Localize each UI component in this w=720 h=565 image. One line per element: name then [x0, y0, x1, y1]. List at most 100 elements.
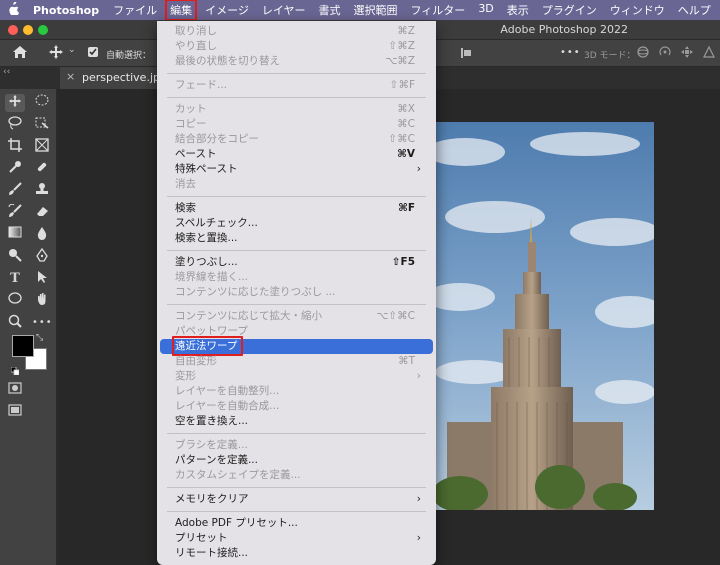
edit-toolbar-icon[interactable]: ••• — [32, 314, 52, 332]
type-tool-icon[interactable]: T — [5, 270, 25, 288]
menu-item-label: スペルチェック... — [175, 217, 258, 229]
stamp-tool-icon[interactable] — [32, 182, 52, 200]
edit-menu-item[interactable]: 検索と置換... — [160, 231, 433, 246]
window-title: Adobe Photoshop 2022 — [500, 23, 628, 36]
menu-separator — [167, 196, 426, 197]
quick-mask-icon[interactable] — [8, 379, 22, 398]
close-tab-icon[interactable]: × — [66, 70, 75, 83]
edit-menu-item[interactable]: 空を置き換え... — [160, 414, 433, 429]
gradient-tool-icon[interactable] — [5, 226, 25, 244]
menubar-item[interactable]: 表示 — [507, 2, 529, 18]
edit-menu-item[interactable]: 遠近法ワープ — [160, 336, 433, 356]
menu-item-shortcut: ⌘V — [397, 148, 415, 160]
eraser-tool-icon[interactable] — [32, 204, 52, 222]
edit-menu-item: ブラシを定義... — [160, 438, 433, 453]
menubar-item[interactable]: 選択範囲 — [354, 2, 398, 18]
foreground-color-swatch[interactable] — [12, 335, 34, 357]
3d-slide-icon[interactable] — [702, 45, 716, 62]
menubar-item[interactable]: 3D — [478, 2, 493, 18]
move-tool-icon[interactable] — [5, 94, 25, 112]
close-window-button[interactable] — [8, 25, 18, 35]
zoom-tool-icon[interactable] — [5, 314, 25, 332]
path-selection-tool-icon[interactable] — [32, 270, 52, 288]
lasso-tool-icon[interactable] — [5, 116, 25, 134]
menubar-item[interactable]: レイヤー — [262, 2, 306, 18]
edit-menu-item[interactable]: Adobe PDF プリセット... — [160, 516, 433, 531]
collapse-panels-icon[interactable]: ‹‹ — [3, 67, 10, 77]
menubar-item[interactable]: 書式 — [319, 2, 341, 18]
edit-menu-item[interactable]: メモリをクリア › — [160, 492, 433, 507]
menu-item-label: 最後の状態を切り替え — [175, 55, 280, 67]
menubar-item[interactable]: イメージ — [205, 2, 249, 18]
menubar-item[interactable]: ヘルプ — [678, 2, 711, 18]
edit-menu-item[interactable]: リモート接続... — [160, 546, 433, 561]
minimize-window-button[interactable] — [23, 25, 33, 35]
edit-menu-item[interactable]: プリセット › — [160, 531, 433, 546]
eyedropper-tool-icon[interactable] — [5, 160, 25, 178]
edit-menu-item[interactable]: 検索 ⌘F — [160, 201, 433, 216]
menu-item-label: メモリをクリア — [175, 493, 249, 505]
hand-tool-icon[interactable] — [32, 292, 52, 310]
frame-tool-icon[interactable] — [32, 138, 52, 156]
menu-item-label: やり直し — [175, 40, 217, 52]
menubar-item[interactable]: ウィンドウ — [610, 2, 665, 18]
menu-item-shortcut: ⌘Z — [397, 25, 415, 37]
edit-menu-item: カット ⌘X — [160, 102, 433, 117]
tools-panel: T ••• ⤡ — [0, 89, 57, 565]
tool-preset-dropdown-icon[interactable]: ⌄ — [68, 45, 76, 55]
blur-tool-icon[interactable] — [32, 226, 52, 244]
menu-item-label: コンテンツに応じて拡大・縮小 — [175, 310, 322, 322]
menu-item-label: カスタムシェイプを定義... — [175, 469, 301, 481]
apple-logo-icon[interactable] — [8, 1, 19, 18]
app-name-menu[interactable]: Photoshop — [33, 4, 99, 17]
home-icon[interactable] — [12, 45, 28, 62]
more-options-icon[interactable]: ••• — [560, 47, 581, 58]
edit-menu-item: レイヤーを自動整列... — [160, 384, 433, 399]
menu-item-label: 自由変形 — [175, 355, 217, 367]
menubar-item[interactable]: プラグイン — [542, 2, 597, 18]
edit-menu-item[interactable]: スペルチェック... — [160, 216, 433, 231]
crop-tool-icon[interactable] — [5, 138, 25, 156]
mode-3d-label: 3D モード： — [584, 51, 636, 61]
edit-menu-item[interactable]: ペースト ⌘V — [160, 147, 433, 162]
menu-separator — [167, 250, 426, 251]
history-brush-tool-icon[interactable] — [5, 203, 25, 222]
submenu-arrow-icon: › — [416, 163, 421, 175]
edit-menu-item: 境界線を描く... — [160, 270, 433, 285]
edit-menu-item[interactable]: 塗りつぶし... ⇧F5 — [160, 255, 433, 270]
marquee-tool-icon[interactable] — [32, 94, 52, 112]
edit-menu-item[interactable]: 特殊ペースト › — [160, 162, 433, 177]
object-selection-tool-icon[interactable] — [32, 116, 52, 134]
menubar-item[interactable]: 編集 — [165, 0, 198, 21]
edit-menu-item: 取り消し ⌘Z — [160, 24, 433, 39]
screen-mode-icon[interactable] — [8, 401, 22, 420]
menu-item-shortcut: ⇧⌘C — [388, 133, 415, 145]
pen-tool-icon[interactable] — [32, 247, 52, 266]
3d-orbit-icon[interactable] — [636, 45, 650, 62]
healing-brush-tool-icon[interactable] — [32, 160, 52, 178]
menu-item-label: プリセット — [175, 532, 228, 544]
move-tool-options-icon[interactable] — [48, 44, 64, 63]
submenu-arrow-icon: › — [416, 493, 421, 505]
menubar-item[interactable]: フィルター — [411, 2, 466, 18]
document-tab[interactable]: × perspective.jpg — [60, 67, 170, 89]
3d-pan-icon[interactable] — [680, 45, 694, 62]
menu-item-label: レイヤーを自動整列... — [175, 385, 280, 397]
default-colors-icon[interactable] — [10, 360, 20, 376]
swap-colors-icon[interactable]: ⤡ — [36, 333, 43, 343]
3d-roll-icon[interactable] — [658, 45, 672, 62]
brush-tool-icon[interactable] — [5, 182, 25, 200]
zoom-window-button[interactable] — [38, 25, 48, 35]
menu-item-label: 遠近法ワープ — [171, 336, 244, 356]
edit-menu-item[interactable]: パターンを定義... — [160, 453, 433, 468]
dodge-tool-icon[interactable] — [5, 248, 25, 266]
auto-select-checkbox[interactable] — [88, 47, 98, 57]
menu-item-label: 消去 — [175, 178, 196, 190]
ellipse-tool-icon[interactable] — [5, 292, 25, 310]
menu-item-label: 検索 — [175, 202, 196, 214]
menu-item-label: 特殊ペースト — [175, 163, 238, 175]
menu-item-label: ペースト — [175, 148, 217, 160]
menubar-item[interactable]: ファイル — [113, 2, 157, 18]
align-center-icon[interactable] — [460, 47, 472, 62]
menu-item-shortcut: ⇧⌘F — [389, 79, 415, 91]
